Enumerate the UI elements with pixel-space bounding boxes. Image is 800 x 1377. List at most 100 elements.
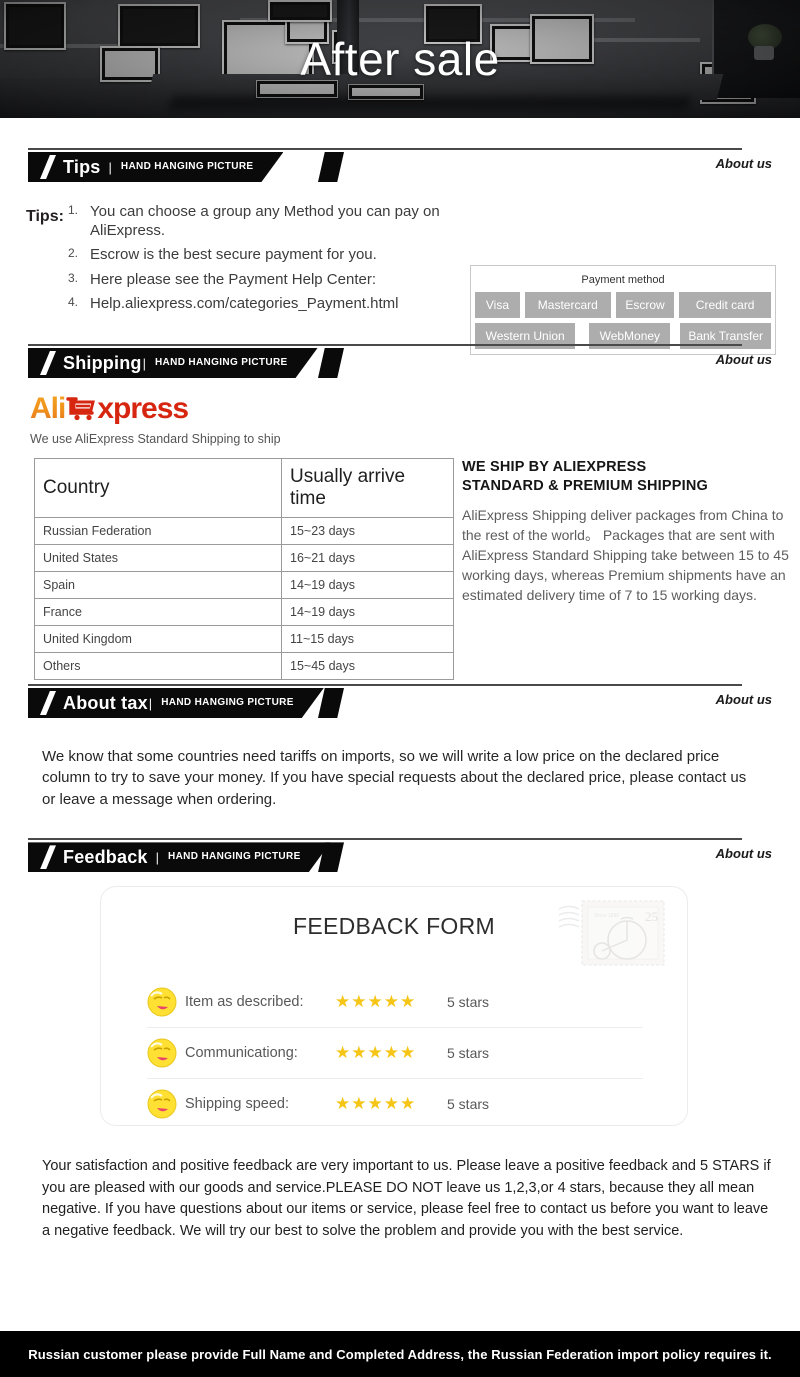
rating-row-communication: Communicationg: ★★★★★ 5 stars [147, 1028, 643, 1080]
feedback-form-area: FEEDBACK FORM 25 Since 1890 Item as desc… [0, 886, 800, 1134]
tax-description: We know that some countries need tariffs… [42, 748, 747, 808]
logo-caption: We use AliExpress Standard Shipping to s… [30, 432, 281, 446]
shipping-heading-line2: STANDARD & PREMIUM SHIPPING [462, 478, 709, 495]
about-us-link[interactable]: About us [716, 156, 772, 171]
rating-label: Communicationg: [185, 1045, 298, 1062]
postage-stamp-icon: 25 Since 1890 [557, 895, 669, 975]
list-item-text: Escrow is the best secure payment for yo… [90, 246, 377, 264]
section-about-tax: About tax | HAND HANGING PICTURE About u… [0, 684, 800, 810]
logo-text-xpress: xpress [97, 392, 189, 425]
table-row: Spain 14~19 days [34, 571, 454, 599]
list-item-number: 1. [68, 203, 79, 217]
section-title: About tax [63, 693, 148, 713]
section-rule [28, 684, 742, 686]
about-us-link[interactable]: About us [716, 352, 772, 367]
star-rating-icon[interactable]: ★★★★★ [335, 992, 447, 1012]
section-tips: Tips | HAND HANGING PICTURE About us Tip… [0, 148, 800, 355]
shipping-body: Country Usually arrive time Russian Fede… [0, 458, 800, 680]
cell-time: 16~21 days [281, 544, 454, 572]
badge-accent-triangle [318, 348, 344, 378]
rating-row-shipping-speed: Shipping speed: ★★★★★ 5 stars [147, 1079, 643, 1125]
shopping-cart-icon [66, 392, 96, 427]
about-us-link[interactable]: About us [716, 692, 772, 707]
cell-country: Others [34, 652, 282, 680]
list-item: 4. Help.aliexpress.com/categories_Paymen… [64, 294, 464, 313]
tips-label: Tips: [26, 208, 64, 225]
feedback-form-card: FEEDBACK FORM 25 Since 1890 Item as desc… [100, 886, 688, 1127]
table-row: United States 16~21 days [34, 544, 454, 572]
about-us-link[interactable]: About us [716, 846, 772, 861]
section-rule [28, 838, 742, 841]
list-item-text: Here please see the Payment Help Center: [90, 270, 376, 288]
cell-country: France [34, 598, 282, 626]
cell-time: 15~45 days [281, 652, 454, 680]
table-row: Russian Federation 15~23 days [34, 517, 454, 545]
feedback-rating-rows: Item as described: ★★★★★ 5 stars Communi… [147, 977, 643, 1125]
payment-method-box: Payment method Visa Mastercard Escrow Cr… [470, 265, 776, 355]
cell-time: 14~19 days [281, 571, 454, 599]
payment-row-1: Visa Mastercard Escrow Credit card [475, 292, 771, 318]
section-subtitle: HAND HANGING PICTURE [161, 697, 294, 708]
section-feedback: Feedback | HAND HANGING PICTURE About us… [0, 838, 800, 1242]
column-header-country: Country [34, 458, 282, 518]
section-badge-tax: About tax | HAND HANGING PICTURE [28, 688, 324, 718]
cell-country: Russian Federation [34, 517, 282, 545]
star-rating-icon[interactable]: ★★★★★ [335, 1043, 447, 1063]
slash-icon [40, 351, 56, 375]
section-subtitle: HAND HANGING PICTURE [120, 161, 254, 172]
shipping-info: WE SHIP BY ALIEXPRESS STANDARD & PREMIUM… [462, 458, 792, 605]
section-divider: | [155, 849, 160, 865]
section-subtitle: HAND HANGING PICTURE [154, 357, 288, 368]
section-badge-tips: Tips | HAND HANGING PICTURE [28, 152, 283, 182]
list-item: 2. Escrow is the best secure payment for… [64, 245, 464, 264]
section-header-shipping: Shipping | HAND HANGING PICTURE About us [28, 344, 772, 384]
cell-time: 11~15 days [281, 625, 454, 653]
section-subtitle: HAND HANGING PICTURE [168, 851, 301, 863]
section-title: Tips [63, 157, 101, 177]
table-header-row: Country Usually arrive time [34, 458, 454, 518]
section-rule [28, 148, 742, 150]
rating-label: Item as described: [185, 994, 304, 1011]
table-row: Others 15~45 days [34, 652, 454, 680]
rating-count: 5 stars [447, 1096, 490, 1113]
shipping-times-table: Country Usually arrive time Russian Fede… [34, 458, 454, 680]
section-rule [28, 344, 742, 346]
badge-accent-triangle [318, 152, 344, 182]
section-divider: | [148, 695, 153, 711]
payment-chip-credit-card[interactable]: Credit card [679, 292, 771, 318]
payment-chip-escrow[interactable]: Escrow [615, 292, 675, 318]
slash-icon [40, 691, 56, 715]
list-item-number: 2. [68, 246, 79, 261]
logo-text-ali: Ali [30, 392, 66, 425]
section-divider: | [108, 159, 112, 175]
list-item: 1. You can choose a group any Method you… [64, 202, 464, 240]
aliexpress-logo: Ali xpress [30, 392, 189, 427]
cell-country: United States [34, 544, 282, 572]
list-item-number: 4. [68, 294, 79, 309]
footer-notice-bar: Russian customer please provide Full Nam… [0, 1331, 800, 1377]
section-badge-shipping: Shipping | HAND HANGING PICTURE [28, 348, 318, 378]
smiley-icon [147, 987, 177, 1017]
page-title: After sale [300, 33, 500, 85]
hero-banner: After sale [0, 0, 800, 118]
cell-country: Spain [34, 571, 282, 599]
star-rating-icon[interactable]: ★★★★★ [335, 1094, 447, 1114]
svg-text:Since 1890: Since 1890 [594, 913, 619, 919]
payment-chip-mastercard[interactable]: Mastercard [524, 292, 611, 318]
section-badge-feedback: Feedback | HAND HANGING PICTURE [28, 842, 331, 872]
footer-notice-text: Russian customer please provide Full Nam… [28, 1346, 772, 1362]
cell-time: 15~23 days [281, 517, 454, 545]
rating-row-item-as-described: Item as described: ★★★★★ 5 stars [147, 977, 643, 1029]
shipping-description: AliExpress Shipping deliver packages fro… [462, 506, 789, 604]
list-item-text[interactable]: Help.aliexpress.com/categories_Payment.h… [90, 295, 398, 312]
rating-label: Shipping speed: [185, 1096, 289, 1113]
after-sale-page: After sale Tips | HAND HANGING PICTURE A… [0, 0, 800, 1377]
slash-icon [40, 155, 56, 179]
section-header-tips: Tips | HAND HANGING PICTURE About us [28, 148, 772, 188]
section-header-feedback: Feedback | HAND HANGING PICTURE About us [28, 838, 772, 878]
payment-chip-visa[interactable]: Visa [475, 292, 520, 318]
cell-time: 14~19 days [281, 598, 454, 626]
tips-list: 1. You can choose a group any Method you… [64, 202, 464, 318]
list-item-text: You can choose a group any Method you ca… [90, 203, 440, 240]
rating-count: 5 stars [447, 1045, 490, 1062]
